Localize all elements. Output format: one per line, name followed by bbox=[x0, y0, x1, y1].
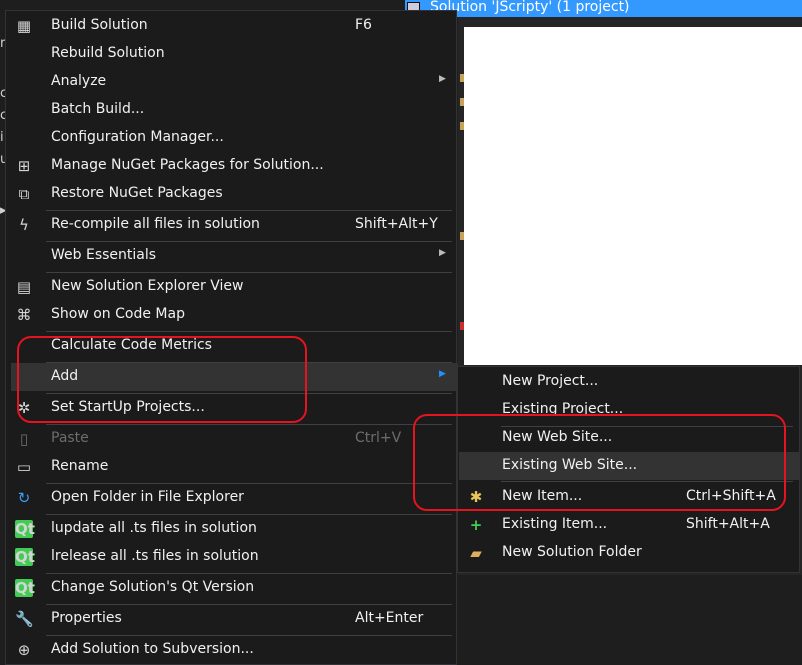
menu-item-label: Web Essentials bbox=[51, 247, 157, 263]
build-icon: ▦ bbox=[16, 17, 32, 35]
menu-item-label: New Solution Explorer View bbox=[51, 278, 244, 294]
menu-item-shortcut: Ctrl+V bbox=[355, 430, 402, 446]
menu-item-shortcut: Shift+Alt+A bbox=[686, 516, 770, 532]
menu-item-label: Change Solution's Qt Version bbox=[51, 579, 255, 595]
nuget-icon: ⊞ bbox=[17, 157, 31, 175]
menu-item-label: Analyze bbox=[51, 73, 107, 89]
menu-item-batch-build[interactable]: Batch Build... bbox=[11, 96, 458, 124]
qt-icon: Qt bbox=[15, 520, 35, 538]
tree-folder-icon bbox=[460, 74, 464, 82]
menu-item-add-to-subversion[interactable]: ⊕ Add Solution to Subversion... bbox=[11, 636, 458, 664]
menu-item-show-on-code-map[interactable]: ⌘ Show on Code Map bbox=[11, 301, 458, 329]
menu-item-label: Re-compile all files in solution bbox=[51, 216, 260, 232]
submenu-item-new-project[interactable]: New Project... bbox=[459, 368, 799, 396]
menu-item-rebuild-solution[interactable]: Rebuild Solution bbox=[11, 40, 458, 68]
menu-item-label: Add Solution to Subversion... bbox=[51, 641, 254, 657]
menu-item-label: Open Folder in File Explorer bbox=[51, 489, 244, 505]
menu-item-label: Configuration Manager... bbox=[51, 129, 224, 145]
menu-item-restore-nuget[interactable]: ⧉ Restore NuGet Packages bbox=[11, 180, 458, 208]
solution-node-selected[interactable]: Solution 'JScripty' (1 project) bbox=[405, 0, 802, 17]
menu-item-properties[interactable]: 🔧 Properties Alt+Enter bbox=[11, 605, 458, 633]
qt-icon: Qt bbox=[15, 579, 35, 597]
menu-item-label: Rebuild Solution bbox=[51, 45, 165, 61]
submenu-item-existing-item[interactable]: + Existing Item... Shift+Alt+A bbox=[459, 511, 799, 539]
menu-item-rename[interactable]: ▭ Rename bbox=[11, 453, 458, 481]
menu-item-analyze[interactable]: Analyze ▶ bbox=[11, 68, 458, 96]
tree-folder-icon bbox=[460, 98, 464, 106]
menu-item-manage-nuget[interactable]: ⊞ Manage NuGet Packages for Solution... bbox=[11, 152, 458, 180]
menu-item-shortcut: F6 bbox=[355, 17, 372, 33]
menu-item-configuration-manager[interactable]: Configuration Manager... bbox=[11, 124, 458, 152]
subversion-icon: ⊕ bbox=[17, 641, 31, 659]
menu-item-new-solution-explorer-view[interactable]: ▤ New Solution Explorer View bbox=[11, 273, 458, 301]
background-text: i bbox=[0, 130, 4, 145]
menu-item-label: Properties bbox=[51, 610, 122, 626]
annotation-outline bbox=[17, 336, 307, 423]
paste-icon: ▯ bbox=[19, 430, 29, 448]
menu-item-build-solution[interactable]: ▦ Build Solution F6 bbox=[11, 12, 458, 40]
menu-item-label: lupdate all .ts files in solution bbox=[51, 520, 257, 536]
submenu-arrow-icon: ▶ bbox=[439, 369, 446, 379]
tree-file-icon bbox=[460, 322, 464, 330]
folder-icon: ▰ bbox=[470, 544, 482, 562]
rename-icon: ▭ bbox=[16, 458, 32, 476]
existing-item-icon: + bbox=[469, 516, 483, 534]
menu-item-change-qt-version[interactable]: Qt Change Solution's Qt Version bbox=[11, 574, 458, 602]
menu-item-lrelease[interactable]: Qt lrelease all .ts files in solution bbox=[11, 543, 458, 571]
submenu-arrow-icon: ▶ bbox=[439, 74, 446, 84]
menu-item-shortcut: Shift+Alt+Y bbox=[355, 216, 438, 232]
qt-icon: Qt bbox=[15, 548, 35, 566]
restore-icon: ⧉ bbox=[18, 185, 30, 203]
refresh-arrow-icon: ↻ bbox=[17, 489, 31, 507]
menu-item-label: Manage NuGet Packages for Solution... bbox=[51, 157, 324, 173]
menu-item-label: Existing Item... bbox=[502, 516, 608, 532]
menu-item-label: Restore NuGet Packages bbox=[51, 185, 223, 201]
code-map-icon: ⌘ bbox=[16, 306, 32, 324]
tree-folder-icon bbox=[460, 122, 464, 130]
menu-item-web-essentials[interactable]: Web Essentials ▶ bbox=[11, 242, 458, 270]
menu-item-shortcut: Alt+Enter bbox=[355, 610, 424, 626]
menu-item-label: Show on Code Map bbox=[51, 306, 185, 322]
menu-item-open-folder[interactable]: ↻ Open Folder in File Explorer bbox=[11, 484, 458, 512]
menu-item-label: New Project... bbox=[502, 373, 599, 389]
tree-folder-icon bbox=[460, 232, 464, 240]
blank-overlay bbox=[464, 27, 802, 365]
menu-item-label: Build Solution bbox=[51, 17, 148, 33]
wrench-icon: 🔧 bbox=[15, 610, 34, 628]
submenu-arrow-icon: ▶ bbox=[439, 248, 446, 258]
menu-item-paste[interactable]: ▯ Paste Ctrl+V bbox=[11, 425, 458, 453]
annotation-outline bbox=[413, 414, 786, 511]
menu-item-recompile[interactable]: ϟ Re-compile all files in solution Shift… bbox=[11, 211, 458, 239]
menu-item-lupdate[interactable]: Qt lupdate all .ts files in solution bbox=[11, 515, 458, 543]
menu-item-label: New Solution Folder bbox=[502, 544, 642, 560]
solution-node-label: Solution 'JScripty' (1 project) bbox=[430, 0, 630, 15]
menu-item-label: Batch Build... bbox=[51, 101, 145, 117]
menu-item-label: lrelease all .ts files in solution bbox=[51, 548, 259, 564]
menu-item-label: Rename bbox=[51, 458, 109, 474]
explorer-view-icon: ▤ bbox=[16, 278, 32, 296]
menu-item-label: Paste bbox=[51, 430, 89, 446]
lightning-icon: ϟ bbox=[19, 216, 29, 234]
submenu-item-new-solution-folder[interactable]: ▰ New Solution Folder bbox=[459, 539, 799, 567]
